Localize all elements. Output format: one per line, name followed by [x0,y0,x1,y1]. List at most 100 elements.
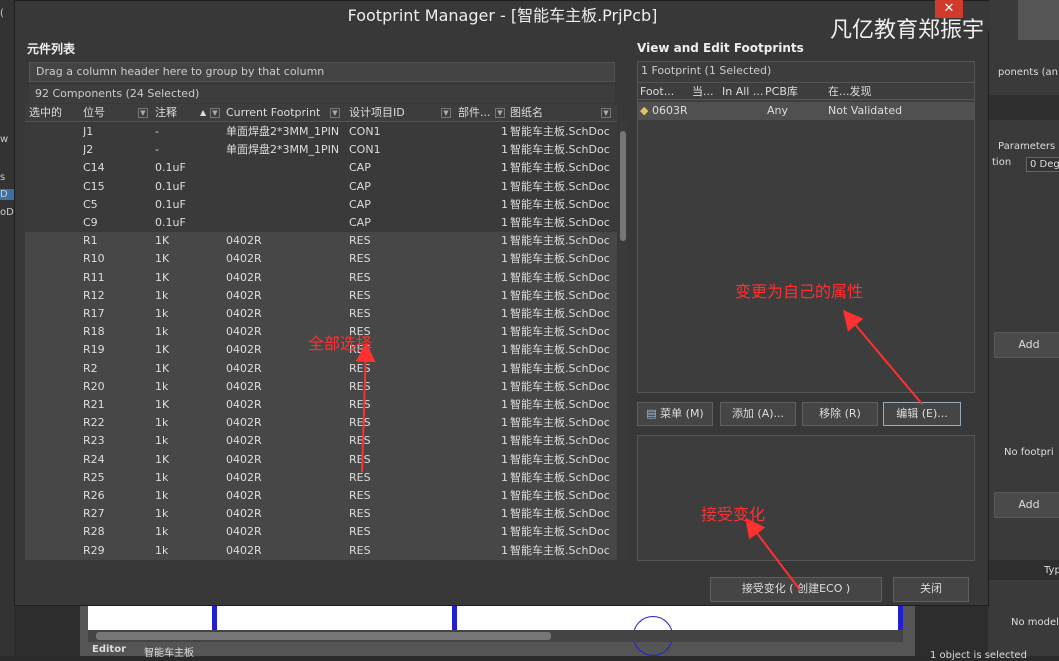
table-row[interactable]: R28 1k 0402R RES 1 智能车主板.SchDoc [25,523,617,542]
footprint-name: 0603R [652,104,688,117]
cell-part: 1 [501,452,508,466]
group-by-bar[interactable]: Drag a column header here to group by th… [29,62,615,82]
table-row[interactable]: R1 1K 0402R RES 1 智能车主板.SchDoc [25,232,617,251]
column-comment[interactable]: 注释 [155,104,177,122]
edit-button[interactable]: 编辑 (E)... [883,402,961,426]
table-row[interactable]: R21 1K 0402R RES 1 智能车主板.SchDoc [25,396,617,415]
cell-design-id: RES [349,379,371,393]
left-dock-label[interactable]: D [0,189,14,200]
cell-sheet: 智能车主板.SchDoc [510,452,610,466]
table-row[interactable]: R24 1K 0402R RES 1 智能车主板.SchDoc [25,450,617,469]
footprint-row[interactable]: ◆ 0603R Any Not Validated [638,102,974,120]
cell-comment: - [155,125,159,138]
filter-icon[interactable]: ▼ [495,108,505,118]
column-current[interactable]: 当... [692,83,714,101]
footprint-manager-dialog: Footprint Manager - [智能车主板.PrjPcb] 元件列表 … [14,0,990,606]
table-row[interactable]: C9 0.1uF CAP 1 智能车主板.SchDoc [25,214,617,233]
cell-sheet: 智能车主板.SchDoc [510,125,610,138]
menu-button[interactable]: ▤ 菜单 (M) [637,402,713,426]
horizontal-scrollbar[interactable] [88,630,903,642]
cell-comment: 1K [155,452,170,466]
menu-icon: ▤ [646,407,657,420]
table-row[interactable]: R12 1k 0402R RES 1 智能车主板.SchDoc [25,286,617,305]
cell-design-id: CON1 [349,143,381,157]
cell-sheet: 智能车主板.SchDoc [510,288,610,302]
cell-sheet: 智能车主板.SchDoc [510,325,610,339]
cell-part: 1 [501,270,508,284]
cell-comment: 0.1uF [155,179,186,193]
table-row[interactable]: R29 1k 0402R RES 1 智能车主板.SchDoc [25,541,617,560]
cell-sheet: 智能车主板.SchDoc [510,252,610,266]
cell-comment: 1k [155,416,169,430]
rotation-field[interactable]: 0 Deg [1026,157,1059,172]
filter-icon[interactable]: ▼ [210,108,220,118]
table-row[interactable]: C15 0.1uF CAP 1 智能车主板.SchDoc [25,177,617,196]
table-row[interactable]: C14 0.1uF CAP 1 智能车主板.SchDoc [25,159,617,178]
cell-part: 1 [501,161,508,175]
column-current-footprint[interactable]: Current Footprint [226,104,320,122]
scrollbar-thumb[interactable] [96,632,551,640]
column-pcb-library[interactable]: PCB库 [765,83,798,101]
tab-document[interactable]: 智能车主板 [144,644,194,659]
tab-editor[interactable]: Editor [92,644,126,655]
table-row[interactable]: R2 1K 0402R RES 1 智能车主板.SchDoc [25,359,617,378]
footprint-edit-panel: View and Edit Footprints 1 Footprint (1 … [637,37,977,567]
accept-changes-button[interactable]: 接受变化 ( 创建ECO ) [710,577,882,602]
cell-design-id: RES [349,525,371,539]
cell-footprint: 0402R [226,307,262,320]
remove-button[interactable]: 移除 (R) [802,402,878,426]
footprint-panel-title: View and Edit Footprints [637,41,804,55]
component-count: 92 Components (24 Selected) [29,85,615,103]
table-row[interactable]: R23 1k 0402R RES 1 智能车主板.SchDoc [25,432,617,451]
cell-sheet: 智能车主板.SchDoc [510,398,610,411]
filter-icon[interactable]: ▼ [441,108,451,118]
table-row[interactable]: R26 1k 0402R RES 1 智能车主板.SchDoc [25,487,617,506]
cell-sheet: 智能车主板.SchDoc [510,507,610,521]
components-label: ponents (an [998,67,1058,78]
table-row[interactable]: C5 0.1uF CAP 1 智能车主板.SchDoc [25,195,617,214]
left-dock-label: oD [0,207,14,218]
table-row[interactable]: J1 - 单面焊盘2*3MM_1PIN CON1 1 智能车主板.SchDoc [25,123,617,142]
schematic-canvas[interactable] [88,606,903,656]
wire [898,606,903,630]
cell-designator: J1 [83,125,94,138]
table-row[interactable]: R10 1K 0402R RES 1 智能车主板.SchDoc [25,250,617,269]
left-dock: ( w s D oD [0,0,14,656]
table-row[interactable]: R27 1k 0402R RES 1 智能车主板.SchDoc [25,505,617,524]
filter-icon[interactable]: ▼ [601,108,611,118]
column-design-item-id[interactable]: 设计项目ID [349,104,405,122]
column-designator[interactable]: 位号 [83,104,105,122]
panel-bar [988,95,1059,120]
column-found-in[interactable]: 在...发现 [828,83,872,101]
cell-designator: R23 [83,434,105,448]
component-table-header: 选中的 位号 ▼ 注释 ▲ ▼ Current Footprint ▼ 设计项目… [25,104,617,122]
add-footprint-button[interactable]: Add [994,492,1059,518]
cell-sheet: 智能车主板.SchDoc [510,307,610,320]
table-row[interactable]: R17 1k 0402R RES 1 智能车主板.SchDoc [25,305,617,324]
table-row[interactable]: J2 - 单面焊盘2*3MM_1PIN CON1 1 智能车主板.SchDoc [25,141,617,160]
column-part[interactable]: 部件... [458,104,491,122]
column-in-all[interactable]: In All ... [722,83,763,101]
add-parameter-button[interactable]: Add [994,332,1059,358]
table-row[interactable]: R22 1k 0402R RES 1 智能车主板.SchDoc [25,414,617,433]
cell-comment: 1K [155,234,170,248]
filter-icon[interactable]: ▼ [138,108,148,118]
column-footprint[interactable]: Foot... [640,83,674,101]
footprint-count: 1 Footprint (1 Selected) [641,64,772,77]
cell-footprint: 0402R [226,434,262,448]
cell-design-id: RES [349,507,371,521]
filter-icon[interactable]: ▼ [330,108,340,118]
column-sheet-name[interactable]: 图纸名 [510,104,543,122]
column-selected[interactable]: 选中的 [29,104,62,122]
cell-designator: R29 [83,543,105,557]
properties-panel [988,0,1059,656]
parameters-tab[interactable]: Parameters [998,141,1055,152]
scrollbar-thumb[interactable] [620,131,626,241]
table-row[interactable]: R25 1k 0402R RES 1 智能车主板.SchDoc [25,468,617,487]
table-row[interactable]: R11 1K 0402R RES 1 智能车主板.SchDoc [25,268,617,287]
cell-part: 1 [501,197,508,211]
vertical-scrollbar[interactable] [619,123,627,561]
add-button[interactable]: 添加 (A)... [720,402,796,426]
table-row[interactable]: R20 1k 0402R RES 1 智能车主板.SchDoc [25,377,617,396]
close-button[interactable]: 关闭 [893,577,969,602]
